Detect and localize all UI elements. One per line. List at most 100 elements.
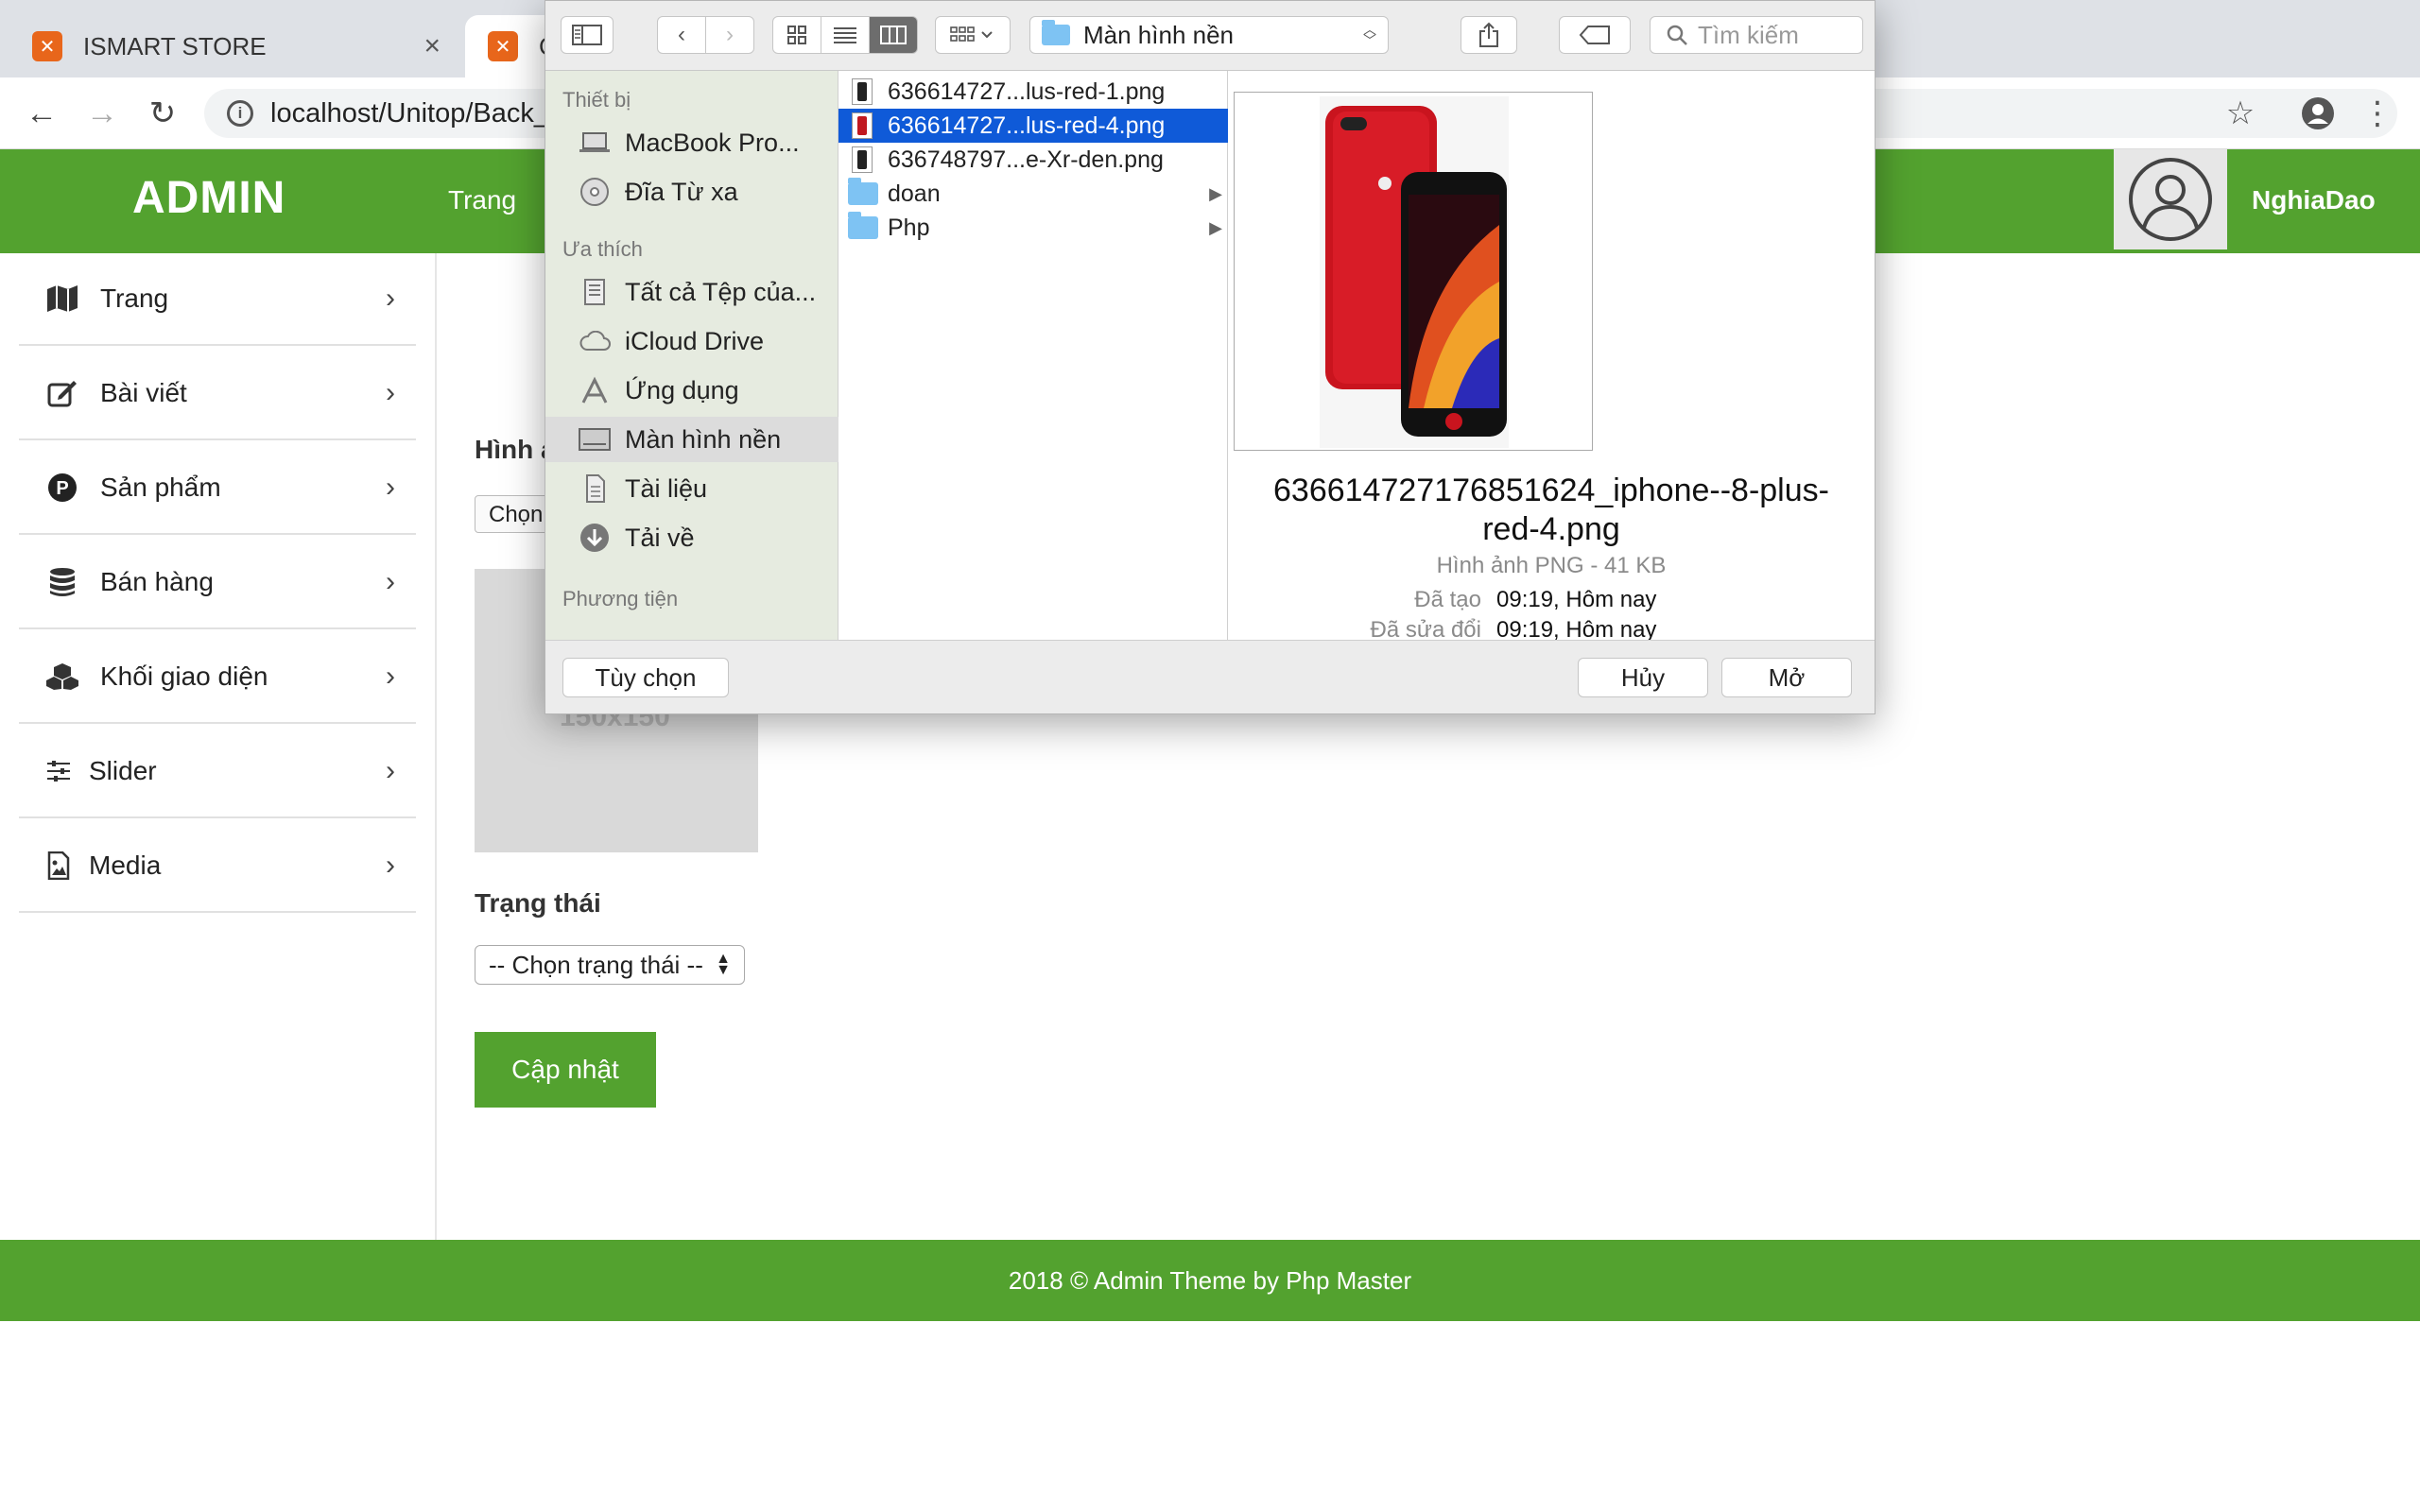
back-chevron-icon[interactable]: ‹ [657,16,706,54]
sidebar-item-media[interactable]: Media › [19,820,416,913]
sidebar-item-all-files[interactable]: Tất cả Tệp của... [545,269,838,315]
share-icon[interactable] [1461,16,1517,54]
sidebar-item-applications[interactable]: Ứng dụng [545,368,838,413]
sidebar-item-icloud[interactable]: iCloud Drive [545,318,838,364]
modified-key: Đã sửa đổi [1370,617,1481,640]
preview-filename-line1: 636614727176851624_iphone--8-plus- [1273,472,1829,508]
sidebar-item-label: Trang [100,284,169,313]
cancel-button[interactable]: Hủy [1578,658,1708,697]
folder-row[interactable]: doan ▶ [838,177,1228,211]
bookmark-star-icon[interactable]: ☆ [2220,93,2261,134]
sidebar-item-label: Tài liệu [625,473,708,503]
preview-meta: Hình ảnh PNG - 41 KB [1436,553,1667,578]
preview-modified-row: Đã sửa đổi 09:19, Hôm nay [1228,617,1875,640]
file-row-selected[interactable]: 636614727...lus-red-4.png [838,109,1228,143]
product-p-icon: P [45,471,79,505]
sidebar-item-label: Đĩa Từ xa [625,177,738,206]
tab-close-icon[interactable]: × [424,30,441,62]
header-nav-trang[interactable]: Trang [448,185,516,215]
dialog-sidebar: Thiết bị MacBook Pro... Đĩa Từ xa Ưa thí… [545,71,838,640]
iphone-red-image [1320,96,1509,448]
status-select[interactable]: -- Chọn trạng thái -- ▲ ▼ [475,945,745,985]
sidebar-item-desktop[interactable]: Màn hình nền [545,417,838,462]
forward-arrow-icon[interactable]: → [81,93,123,134]
created-key: Đã tạo [1414,587,1481,612]
location-select[interactable]: Màn hình nền ︿ ﹀ [1029,16,1389,54]
sidebar-item-label: Bài viết [100,378,187,407]
list-view-icon[interactable] [821,16,870,54]
chevron-right-icon: › [386,377,395,408]
sidebar-heading-favorites: Ưa thích [562,237,643,261]
sidebar-item-documents[interactable]: Tài liệu [545,466,838,511]
folder-row[interactable]: Php ▶ [838,211,1228,245]
sidebar-item-label: MacBook Pro... [625,128,800,157]
sidebar-item-label: Ứng dụng [625,375,739,404]
status-select-value: -- Chọn trạng thái -- [489,950,703,979]
sidebar-item-label: Bán hàng [100,567,214,596]
sidebar-item-label: Slider [89,756,157,785]
sliders-icon [45,754,72,788]
dialog-bottom-bar: Tùy chọn Hủy Mở [545,640,1875,713]
options-button[interactable]: Tùy chọn [562,658,729,697]
file-name: 636748797...e-Xr-den.png [888,146,1164,173]
sidebar-item-downloads[interactable]: Tải về [545,515,838,560]
preview-image [1234,92,1593,451]
file-list-column: 636614727...lus-red-1.png 636614727...lu… [838,71,1228,640]
sidebar-item-label: Khối giao diện [100,662,268,691]
chevron-right-icon: › [386,755,395,786]
sidebar-item-label: iCloud Drive [625,326,765,355]
user-avatar[interactable] [2114,149,2227,249]
reload-icon[interactable]: ↻ [142,93,183,134]
sidebar-item-ban-hang[interactable]: Bán hàng › [19,537,416,629]
folder-icon [848,212,878,239]
preview-created-row: Đã tạo 09:19, Hôm nay [1228,587,1875,615]
profile-icon[interactable] [2297,93,2339,134]
column-view-icon[interactable] [869,16,918,54]
back-arrow-icon[interactable]: ← [21,93,62,134]
update-button[interactable]: Cập nhật [475,1032,656,1108]
chevron-right-icon: › [386,472,395,503]
chevron-right-icon: › [386,661,395,692]
disclosure-arrow-icon: ▶ [1209,183,1222,203]
file-row[interactable]: 636614727...lus-red-1.png [838,75,1228,109]
sidebar-item-remote-disc[interactable]: Đĩa Từ xa [545,169,838,215]
icon-view-icon[interactable] [772,16,821,54]
disclosure-arrow-icon: ▶ [1209,217,1222,237]
created-value: 09:19, Hôm nay [1496,587,1657,612]
sidebar-item-label: Tất cả Tệp của... [625,277,817,306]
sidebar-item-khoi-giao-dien[interactable]: Khối giao diện › [19,631,416,724]
sidebar-item-trang[interactable]: Trang › [19,253,416,346]
forward-chevron-icon[interactable]: › [705,16,754,54]
sidebar-item-bai-viet[interactable]: Bài viết › [19,348,416,440]
image-file-icon [45,849,72,883]
download-icon [578,524,612,552]
folder-icon [1042,20,1070,45]
laptop-icon [578,129,612,157]
folder-icon [848,178,878,205]
admin-sidebar: Trang › Bài viết › P Sản phẩm › Bán hàng… [0,253,437,1240]
url-text: localhost/Unitop/Back_ [270,97,549,129]
browser-tab-ismart[interactable]: ✕ ISMART STORE × [9,15,463,77]
desktop-icon [578,425,612,454]
sidebar-item-macbook[interactable]: MacBook Pro... [545,120,838,165]
search-placeholder: Tìm kiếm [1698,20,1799,49]
username[interactable]: NghiaDao [2252,185,2376,215]
group-view-icon[interactable] [935,16,1011,54]
file-row[interactable]: 636748797...e-Xr-den.png [838,143,1228,177]
cubes-icon [45,660,79,694]
menu-kebab-icon[interactable]: ⋮ [2361,93,2394,134]
brand-logo[interactable]: ADMIN [132,172,285,224]
search-field[interactable]: Tìm kiếm [1650,16,1863,54]
sidebar-item-label: Màn hình nền [625,424,782,454]
sidebar-toggle-icon[interactable] [561,16,614,54]
location-value: Màn hình nền [1083,20,1235,49]
sidebar-item-slider[interactable]: Slider › [19,726,416,818]
tag-icon[interactable] [1559,16,1631,54]
preview-filename: 636614727176851624_iphone--8-plus- red-4… [1228,472,1875,549]
open-button[interactable]: Mở [1721,658,1852,697]
disc-icon [578,178,612,206]
chevron-right-icon: › [386,850,395,881]
footer: 2018 © Admin Theme by Php Master [0,1240,2420,1321]
sidebar-item-san-pham[interactable]: P Sản phẩm › [19,442,416,535]
info-icon[interactable]: i [227,100,253,127]
